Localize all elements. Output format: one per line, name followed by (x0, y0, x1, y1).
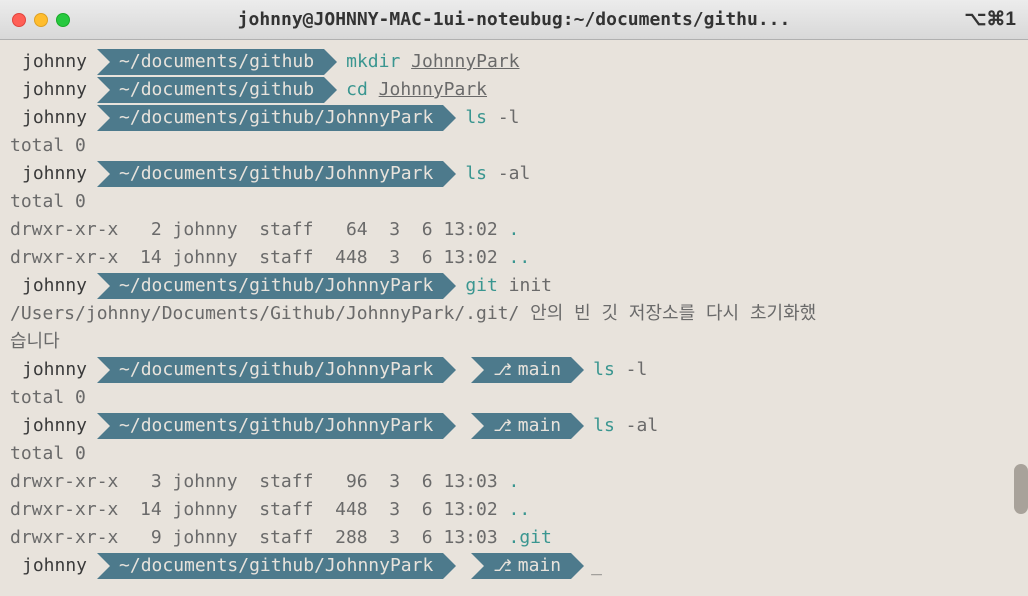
command: ls -l (465, 104, 519, 132)
prompt-line: johnny~/documents/github/JohnnyPark ls -l (10, 104, 1028, 132)
prompt-path: ~/documents/github (97, 49, 324, 75)
prompt-path: ~/documents/github/JohnnyPark (97, 553, 443, 579)
output-line: total 0 (10, 132, 1028, 160)
maximize-button[interactable] (56, 13, 70, 27)
prompt-line: johnny~/documents/github/JohnnyPark ⎇main… (10, 412, 1028, 440)
output-line: total 0 (10, 440, 1028, 468)
git-branch-icon: ⎇ (493, 418, 511, 434)
prompt-path: ~/documents/github/JohnnyPark (97, 161, 443, 187)
prompt-user: johnny (10, 49, 97, 75)
output-line: drwxr-xr-x 14 johnny staff 448 3 6 13:02… (10, 496, 1028, 524)
prompt-path: ~/documents/github/JohnnyPark (97, 105, 443, 131)
command: git init (465, 272, 552, 300)
prompt-path: ~/documents/github/JohnnyPark (97, 413, 443, 439)
output-line: drwxr-xr-x 14 johnny staff 448 3 6 13:02… (10, 244, 1028, 272)
prompt-user: johnny (10, 553, 97, 579)
traffic-lights (12, 13, 70, 27)
prompt-user: johnny (10, 413, 97, 439)
command: ls -al (465, 160, 530, 188)
command: ls -al (593, 412, 658, 440)
command: cd JohnnyPark (346, 76, 487, 104)
prompt-user: johnny (10, 273, 97, 299)
close-button[interactable] (12, 13, 26, 27)
titlebar: johnny@JOHNNY-MAC-1ui-noteubug:~/documen… (0, 0, 1028, 40)
command: ls -l (593, 356, 647, 384)
output-line: /Users/johnny/Documents/Github/JohnnyPar… (10, 300, 1028, 328)
shortcut-label: ⌥⌘1 (965, 8, 1016, 31)
git-branch-icon: ⎇ (493, 558, 511, 574)
prompt-user: johnny (10, 77, 97, 103)
prompt-line: johnny~/documents/github/JohnnyPark ⎇main… (10, 552, 1028, 580)
prompt-line: johnny~/documents/github/JohnnyPark ls -a… (10, 160, 1028, 188)
git-branch-icon: ⎇ (493, 362, 511, 378)
output-line: drwxr-xr-x 3 johnny staff 96 3 6 13:03 . (10, 468, 1028, 496)
output-line: 습니다 (10, 328, 1028, 356)
prompt-path: ~/documents/github/JohnnyPark (97, 273, 443, 299)
prompt-user: johnny (10, 161, 97, 187)
output-line: drwxr-xr-x 2 johnny staff 64 3 6 13:02 . (10, 216, 1028, 244)
prompt-line: johnny~/documents/github cd JohnnyPark (10, 76, 1028, 104)
prompt-path: ~/documents/github/JohnnyPark (97, 357, 443, 383)
terminal-body[interactable]: johnny~/documents/githubmkdir JohnnyPark… (0, 40, 1028, 580)
prompt-line: johnny~/documents/github/JohnnyPark ⎇main… (10, 356, 1028, 384)
output-line: total 0 (10, 384, 1028, 412)
output-line: drwxr-xr-x 9 johnny staff 288 3 6 13:03 … (10, 524, 1028, 552)
prompt-branch: ⎇main (471, 553, 571, 579)
minimize-button[interactable] (34, 13, 48, 27)
prompt-user: johnny (10, 105, 97, 131)
prompt-branch: ⎇main (471, 413, 571, 439)
window-title: johnny@JOHNNY-MAC-1ui-noteubug:~/documen… (238, 9, 791, 30)
command: mkdir JohnnyPark (346, 48, 519, 76)
prompt-path: ~/documents/github (97, 77, 324, 103)
output-line: total 0 (10, 188, 1028, 216)
cursor: _ (591, 552, 602, 580)
scrollbar[interactable] (1014, 464, 1028, 514)
prompt-line: johnny~/documents/github/JohnnyPark git i… (10, 272, 1028, 300)
prompt-user: johnny (10, 357, 97, 383)
prompt-line: johnny~/documents/github mkdir JohnnyPark (10, 48, 1028, 76)
prompt-branch: ⎇main (471, 357, 571, 383)
